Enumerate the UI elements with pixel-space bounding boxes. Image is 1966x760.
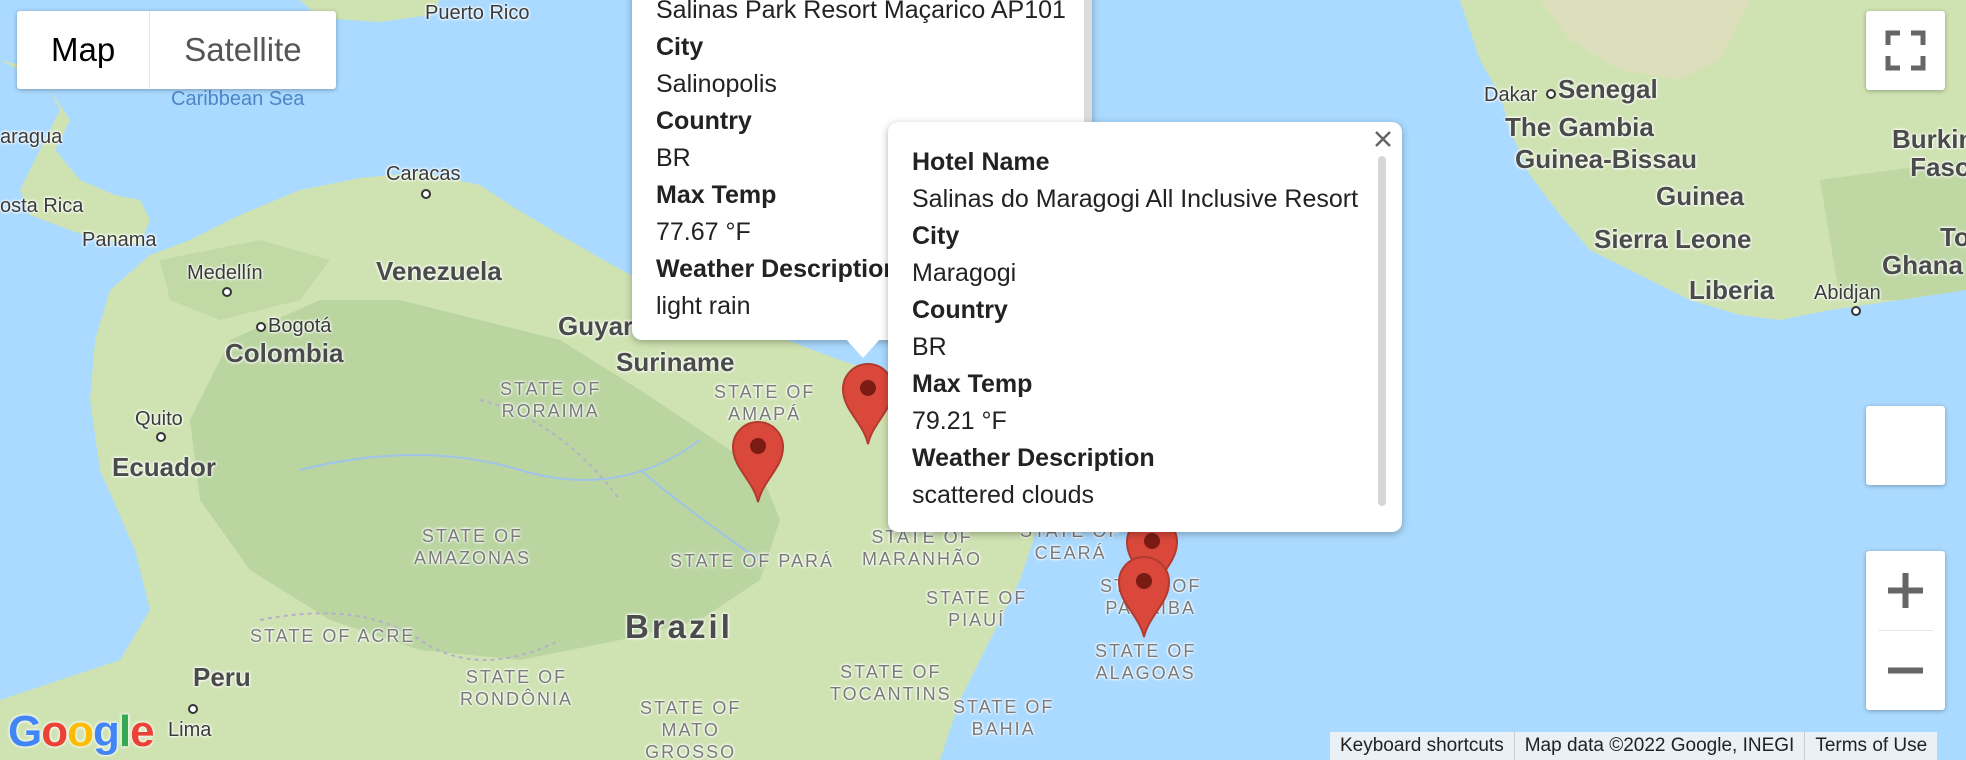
label-burkina-faso: Burkina Faso bbox=[1892, 124, 1966, 182]
label-senegal: Senegal bbox=[1558, 74, 1658, 104]
zoom-in-button[interactable] bbox=[1866, 551, 1945, 630]
label-lima: Lima bbox=[168, 719, 212, 741]
infowindow-pointer bbox=[845, 338, 881, 358]
label-state-amazonas: STATE OF AMAZONAS bbox=[414, 526, 532, 568]
zoom-control bbox=[1866, 551, 1945, 710]
google-logo[interactable]: Google bbox=[8, 707, 155, 757]
label-state-tocantins: STATE OF TOCANTINS bbox=[830, 662, 952, 704]
label-sierra-leone: Sierra Leone bbox=[1594, 224, 1752, 254]
hotel-name-value: Salinas do Maragogi All Inclusive Resort bbox=[912, 185, 1359, 213]
label-state-maranhao: STATE OF MARANHÃO bbox=[862, 527, 983, 569]
label-puerto-rico: Puerto Rico bbox=[425, 2, 530, 24]
fullscreen-button[interactable] bbox=[1866, 11, 1945, 90]
label-dakar: Dakar bbox=[1484, 84, 1538, 106]
fullscreen-icon bbox=[1885, 30, 1926, 71]
city-value: Maragogi bbox=[912, 259, 1017, 287]
zoom-out-icon bbox=[1888, 667, 1923, 674]
label-togo: To bbox=[1940, 222, 1966, 252]
map-canvas[interactable]: Puerto Rico Caribbean Sea aragua osta Ri… bbox=[0, 0, 1966, 760]
label-state-mato-grosso: STATE OF MATO GROSSO bbox=[640, 698, 742, 760]
city-dot-dakar bbox=[1546, 89, 1556, 99]
map-data-text: Map data ©2022 Google, INEGI bbox=[1513, 732, 1805, 760]
label-caribbean-sea: Caribbean Sea bbox=[171, 88, 305, 110]
label-guinea-bissau: Guinea-Bissau bbox=[1515, 144, 1698, 174]
close-icon[interactable] bbox=[1372, 128, 1394, 150]
city-dot-caracas bbox=[421, 189, 431, 199]
infowindow-scrollbar[interactable] bbox=[1378, 156, 1386, 506]
zoom-in-icon bbox=[1888, 573, 1923, 608]
label-suriname: Suriname bbox=[616, 347, 735, 377]
map-button[interactable]: Map bbox=[17, 11, 151, 89]
label-state-para: STATE OF PARÁ bbox=[670, 551, 835, 571]
label-ghana: Ghana bbox=[1882, 250, 1963, 280]
label-brazil: Brazil bbox=[625, 608, 733, 645]
label-state-alagoas: STATE OF ALAGOAS bbox=[1095, 641, 1197, 683]
label-ecuador: Ecuador bbox=[112, 452, 217, 482]
city-dot-medellin bbox=[222, 287, 232, 297]
label-bogota: Bogotá bbox=[268, 315, 332, 337]
max-temp-label: Max Temp bbox=[912, 370, 1033, 398]
city-value: Salinopolis bbox=[656, 70, 777, 98]
weather-description-value: scattered clouds bbox=[912, 481, 1095, 509]
label-costa-rica: osta Rica bbox=[0, 195, 84, 217]
label-panama: Panama bbox=[82, 229, 157, 251]
hotel-name-value: Salinas Park Resort Maçarico AP101 bbox=[656, 0, 1066, 24]
marker-icon[interactable] bbox=[731, 420, 785, 504]
city-label: City bbox=[912, 222, 960, 250]
terms-of-use-link[interactable]: Terms of Use bbox=[1804, 732, 1938, 760]
label-nicaragua: aragua bbox=[0, 126, 63, 148]
country-value: BR bbox=[912, 333, 947, 361]
max-temp-value: 79.21 °F bbox=[912, 407, 1007, 435]
label-guinea: Guinea bbox=[1656, 181, 1745, 211]
label-venezuela: Venezuela bbox=[376, 256, 502, 286]
label-state-piaui: STATE OF PIAUÍ bbox=[926, 588, 1028, 630]
street-view-button[interactable] bbox=[1866, 406, 1945, 485]
label-state-rondonia: STATE OF RONDÔNIA bbox=[460, 667, 574, 709]
satellite-button[interactable]: Satellite bbox=[150, 11, 335, 89]
city-dot-bogota bbox=[256, 322, 266, 332]
city-dot-lima bbox=[188, 704, 198, 714]
zoom-out-button[interactable] bbox=[1866, 631, 1945, 710]
city-dot-abidjan bbox=[1851, 306, 1861, 316]
infowindow-maragogi[interactable]: Hotel Name Salinas do Maragogi All Inclu… bbox=[888, 122, 1402, 532]
hotel-name-label: Hotel Name bbox=[912, 148, 1050, 176]
label-quito: Quito bbox=[135, 408, 183, 430]
label-caracas: Caracas bbox=[386, 163, 461, 185]
marker-icon[interactable] bbox=[1117, 555, 1171, 639]
label-state-amapa: STATE OF AMAPÁ bbox=[714, 382, 816, 424]
label-state-roraima: STATE OF RORAIMA bbox=[500, 379, 602, 421]
label-gambia: The Gambia bbox=[1505, 112, 1654, 142]
city-label: City bbox=[656, 33, 704, 61]
label-medellin: Medellín bbox=[187, 262, 263, 284]
label-colombia: Colombia bbox=[225, 338, 344, 368]
label-guyana: Guyar bbox=[558, 311, 634, 341]
keyboard-shortcuts-link[interactable]: Keyboard shortcuts bbox=[1330, 732, 1514, 760]
city-dot-quito bbox=[156, 432, 166, 442]
label-state-acre: STATE OF ACRE bbox=[250, 626, 416, 646]
label-liberia: Liberia bbox=[1689, 275, 1775, 305]
map-type-control: Map Satellite bbox=[17, 11, 336, 89]
label-peru: Peru bbox=[193, 662, 251, 692]
label-state-bahia: STATE OF BAHIA bbox=[953, 697, 1055, 739]
weather-description-label: Weather Description bbox=[912, 444, 1155, 472]
label-abidjan: Abidjan bbox=[1814, 282, 1881, 304]
country-label: Country bbox=[912, 296, 1008, 324]
attribution-bar: Keyboard shortcuts Map data ©2022 Google… bbox=[1330, 732, 1938, 760]
marker-icon[interactable] bbox=[841, 362, 895, 446]
